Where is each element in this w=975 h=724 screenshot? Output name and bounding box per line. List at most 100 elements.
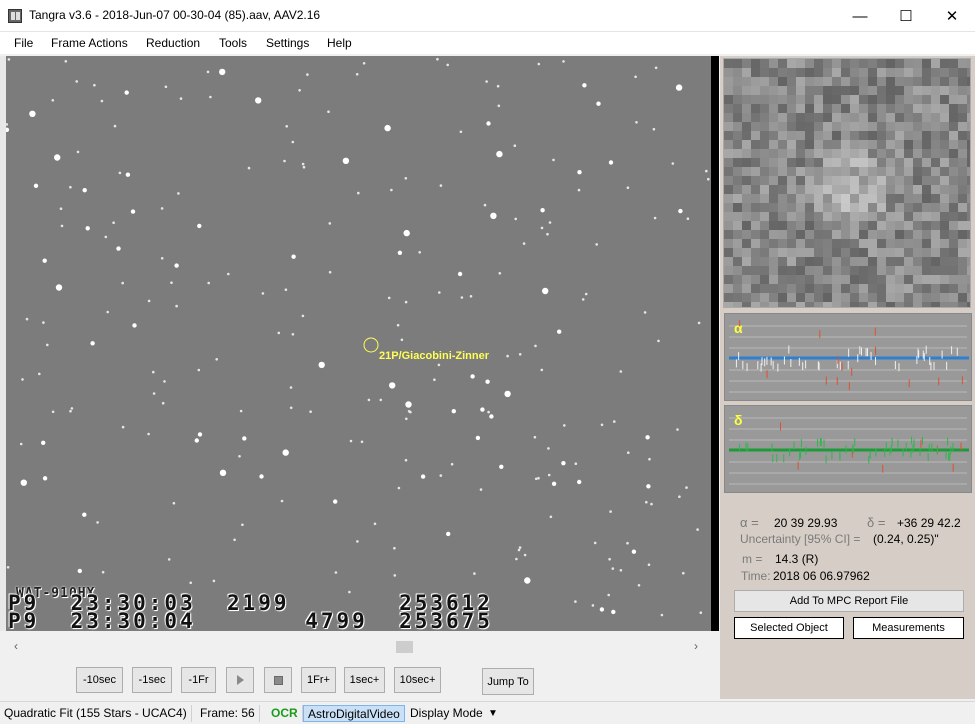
zoom-pixel <box>913 212 922 221</box>
scroll-right-icon[interactable]: › <box>694 639 698 653</box>
menu-settings[interactable]: Settings <box>266 36 309 50</box>
star <box>289 406 293 410</box>
zoom-pixel <box>796 140 805 149</box>
zoom-pixel <box>796 59 805 68</box>
forward-10sec-button[interactable]: 10sec+ <box>394 667 441 693</box>
zoom-pixel <box>796 212 805 221</box>
add-to-mpc-report-button[interactable]: Add To MPC Report File <box>734 590 964 612</box>
star <box>170 281 173 284</box>
zoom-pixel <box>832 212 841 221</box>
star <box>59 207 63 210</box>
zoom-pixel <box>751 248 760 257</box>
zoom-pixel <box>859 59 868 68</box>
menu-file[interactable]: File <box>14 36 33 50</box>
zoom-pixel <box>841 113 850 122</box>
menu-help[interactable]: Help <box>327 36 352 50</box>
menu-frame-actions[interactable]: Frame Actions <box>51 36 128 50</box>
star <box>38 372 41 376</box>
star <box>433 378 436 382</box>
zoom-pixel <box>940 257 949 266</box>
zoom-pixel <box>796 149 805 158</box>
star <box>306 73 309 76</box>
zoom-pixel <box>841 131 850 140</box>
zoom-pixel <box>913 203 922 212</box>
forward-1sec-button[interactable]: 1sec+ <box>344 667 385 693</box>
zoom-pixel <box>823 95 832 104</box>
zoom-pixel <box>778 293 787 302</box>
zoom-pixel <box>886 257 895 266</box>
jump-to-button[interactable]: Jump To <box>482 668 534 695</box>
star <box>219 469 227 476</box>
scroll-left-icon[interactable]: ‹ <box>14 639 18 653</box>
frame-scrollbar[interactable]: ‹ › <box>0 637 711 655</box>
back-1sec-button[interactable]: -1sec <box>132 667 172 693</box>
zoom-pixel <box>733 248 742 257</box>
zoom-pixel <box>814 266 823 275</box>
menu-tools[interactable]: Tools <box>219 36 247 50</box>
zoom-pixel <box>787 104 796 113</box>
zoom-pixel <box>823 293 832 302</box>
scroll-thumb[interactable] <box>396 641 413 653</box>
star <box>82 512 87 517</box>
zoom-pixel <box>868 293 877 302</box>
back-1frame-button[interactable]: -1Fr <box>181 667 216 693</box>
zoom-pixel <box>760 86 769 95</box>
zoom-pixel <box>940 68 949 77</box>
video-frame[interactable] <box>6 56 711 631</box>
zoom-pixel <box>922 266 931 275</box>
zoom-pixel <box>787 257 796 266</box>
zoom-pixel <box>823 221 832 230</box>
back-10sec-button[interactable]: -10sec <box>76 667 123 693</box>
measurements-button[interactable]: Measurements <box>853 617 964 639</box>
zoom-pixel <box>832 122 841 131</box>
play-button[interactable] <box>226 667 254 693</box>
zoom-pixel <box>868 212 877 221</box>
star <box>487 410 490 414</box>
zoom-pixel <box>877 194 886 203</box>
star <box>420 474 426 479</box>
zoom-pixel <box>751 293 760 302</box>
selected-object-button[interactable]: Selected Object <box>734 617 844 639</box>
star <box>438 291 441 294</box>
zoom-pixel <box>760 95 769 104</box>
star <box>540 368 544 372</box>
star <box>534 477 538 481</box>
star <box>626 186 630 189</box>
star <box>291 333 295 336</box>
zoom-pixel <box>823 239 832 248</box>
zoom-pixel <box>850 77 859 86</box>
star <box>93 83 96 87</box>
zoom-pixel <box>958 104 967 113</box>
zoom-pixel <box>841 275 850 284</box>
forward-1frame-button[interactable]: 1Fr+ <box>301 667 336 693</box>
minimize-button[interactable]: — <box>837 0 883 32</box>
zoom-pixel <box>778 212 787 221</box>
zoom-pixel <box>814 275 823 284</box>
zoom-pixel <box>823 257 832 266</box>
display-mode-dropdown[interactable]: Display Mode <box>406 705 487 722</box>
uncertainty-label: Uncertainty [95% CI] = <box>740 532 861 546</box>
zoom-pixel <box>886 149 895 158</box>
maximize-button[interactable]: ☐ <box>883 0 929 32</box>
zoom-pixel <box>922 212 931 221</box>
star <box>174 263 179 268</box>
target-circle[interactable] <box>362 336 380 354</box>
zoom-pixel <box>832 68 841 77</box>
star <box>25 317 29 321</box>
zoom-pixel <box>904 149 913 158</box>
zoom-pixel <box>787 203 796 212</box>
zoom-pixel <box>805 212 814 221</box>
zoom-pixel <box>796 239 805 248</box>
dropdown-arrow-icon[interactable]: ▼ <box>484 707 502 724</box>
star <box>197 223 202 229</box>
star <box>551 481 557 486</box>
stop-button[interactable] <box>264 667 292 693</box>
zoom-pixel <box>778 68 787 77</box>
menu-reduction[interactable]: Reduction <box>146 36 200 50</box>
zoom-pixel <box>805 293 814 302</box>
star <box>197 368 201 372</box>
zoom-pixel <box>778 149 787 158</box>
zoom-pixel <box>769 293 778 302</box>
zoom-pixel <box>778 104 787 113</box>
close-button[interactable]: ✕ <box>929 0 975 32</box>
